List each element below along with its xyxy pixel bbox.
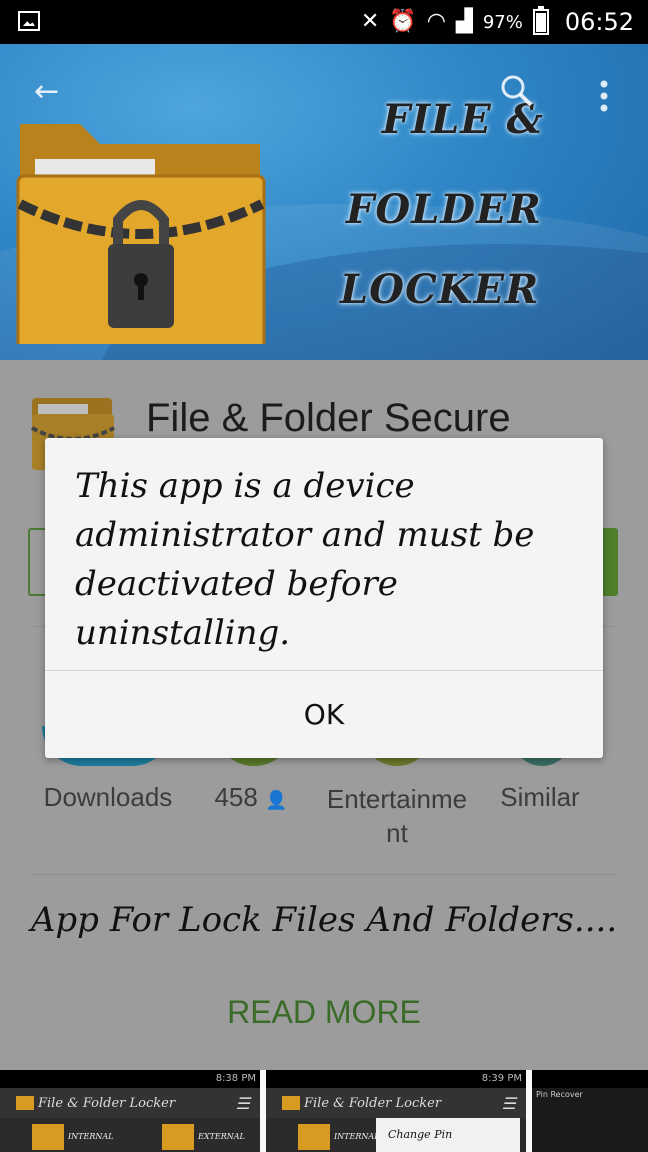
screenshot-thumbnail[interactable]: Pin Recover — [532, 1070, 648, 1152]
battery-icon — [532, 6, 549, 35]
settings-sliders-icon: ☰ — [501, 1094, 516, 1113]
wifi-icon: ◠ — [426, 9, 446, 34]
overflow-menu-icon[interactable] — [598, 80, 610, 122]
screenshot-strip: 8:38 PM File & Folder Locker ☰ INTERNAL … — [0, 1070, 648, 1152]
change-pin-label: Change Pin — [388, 1128, 453, 1141]
feature-graphic: FILE & FOLDER LOCKER ← — [0, 44, 648, 360]
locked-folder-icon — [16, 124, 266, 344]
banner-title-line-2: FOLDER — [346, 186, 542, 233]
image-notification-icon — [18, 11, 40, 31]
folder-icon — [298, 1124, 330, 1150]
battery-percent: 97% — [482, 11, 523, 33]
screenshot-time: 8:39 PM — [481, 1073, 522, 1084]
screenshot-label: INTERNAL — [334, 1132, 380, 1141]
read-more-link[interactable]: READ MORE — [0, 994, 648, 1031]
banner-title-line-3: LOCKER — [340, 266, 540, 313]
divider — [30, 874, 618, 875]
mute-icon: ✕ — [360, 9, 380, 34]
change-pin-dialog: Change Pin — [376, 1118, 520, 1152]
category-label-line-1: Entertainme — [326, 784, 468, 814]
screenshot-label: INTERNAL — [68, 1132, 114, 1141]
screenshot-title: File & Folder Locker — [304, 1096, 442, 1111]
signal-icon: ▟ — [455, 9, 473, 34]
screenshot-time: 8:38 PM — [215, 1073, 256, 1084]
stat-category: Entertainme nt — [322, 782, 472, 850]
settings-sliders-icon: ☰ — [235, 1094, 250, 1113]
status-bar: ✕ ⏰ ◠ ▟ 97% 06:52 — [0, 0, 648, 44]
category-label-line-2: nt — [386, 818, 408, 848]
app-title: File & Folder Secure — [146, 396, 511, 440]
stat-ratings: 458 👤 — [196, 782, 306, 813]
alert-dialog: This app is a device administrator and m… — [45, 438, 603, 758]
stat-downloads: Downloads — [43, 782, 173, 812]
screenshot-thumbnail[interactable]: 8:39 PM File & Folder Locker ☰ INTERNAL … — [266, 1070, 526, 1152]
app-description: App For Lock Files And Folders.... — [30, 900, 618, 940]
stat-similar[interactable]: Similar — [490, 782, 590, 813]
clock: 06:52 — [564, 8, 634, 36]
screenshot-title: File & Folder Locker — [38, 1096, 176, 1111]
back-arrow-icon[interactable]: ← — [34, 74, 59, 109]
dialog-message: This app is a device administrator and m… — [75, 466, 535, 653]
alarm-icon: ⏰ — [389, 9, 417, 34]
ok-button[interactable]: OK — [45, 671, 603, 757]
screenshot-label: EXTERNAL — [198, 1132, 245, 1141]
screenshot-thumbnail[interactable]: 8:38 PM File & Folder Locker ☰ INTERNAL … — [0, 1070, 260, 1152]
search-icon[interactable] — [500, 74, 534, 116]
folder-icon — [16, 1096, 34, 1110]
folder-icon — [32, 1124, 64, 1150]
screenshot-title: Pin Recover — [536, 1090, 583, 1099]
rating-count: 458 — [214, 782, 258, 812]
person-icon: 👤 — [265, 790, 288, 810]
folder-icon — [162, 1124, 194, 1150]
folder-icon — [282, 1096, 300, 1110]
